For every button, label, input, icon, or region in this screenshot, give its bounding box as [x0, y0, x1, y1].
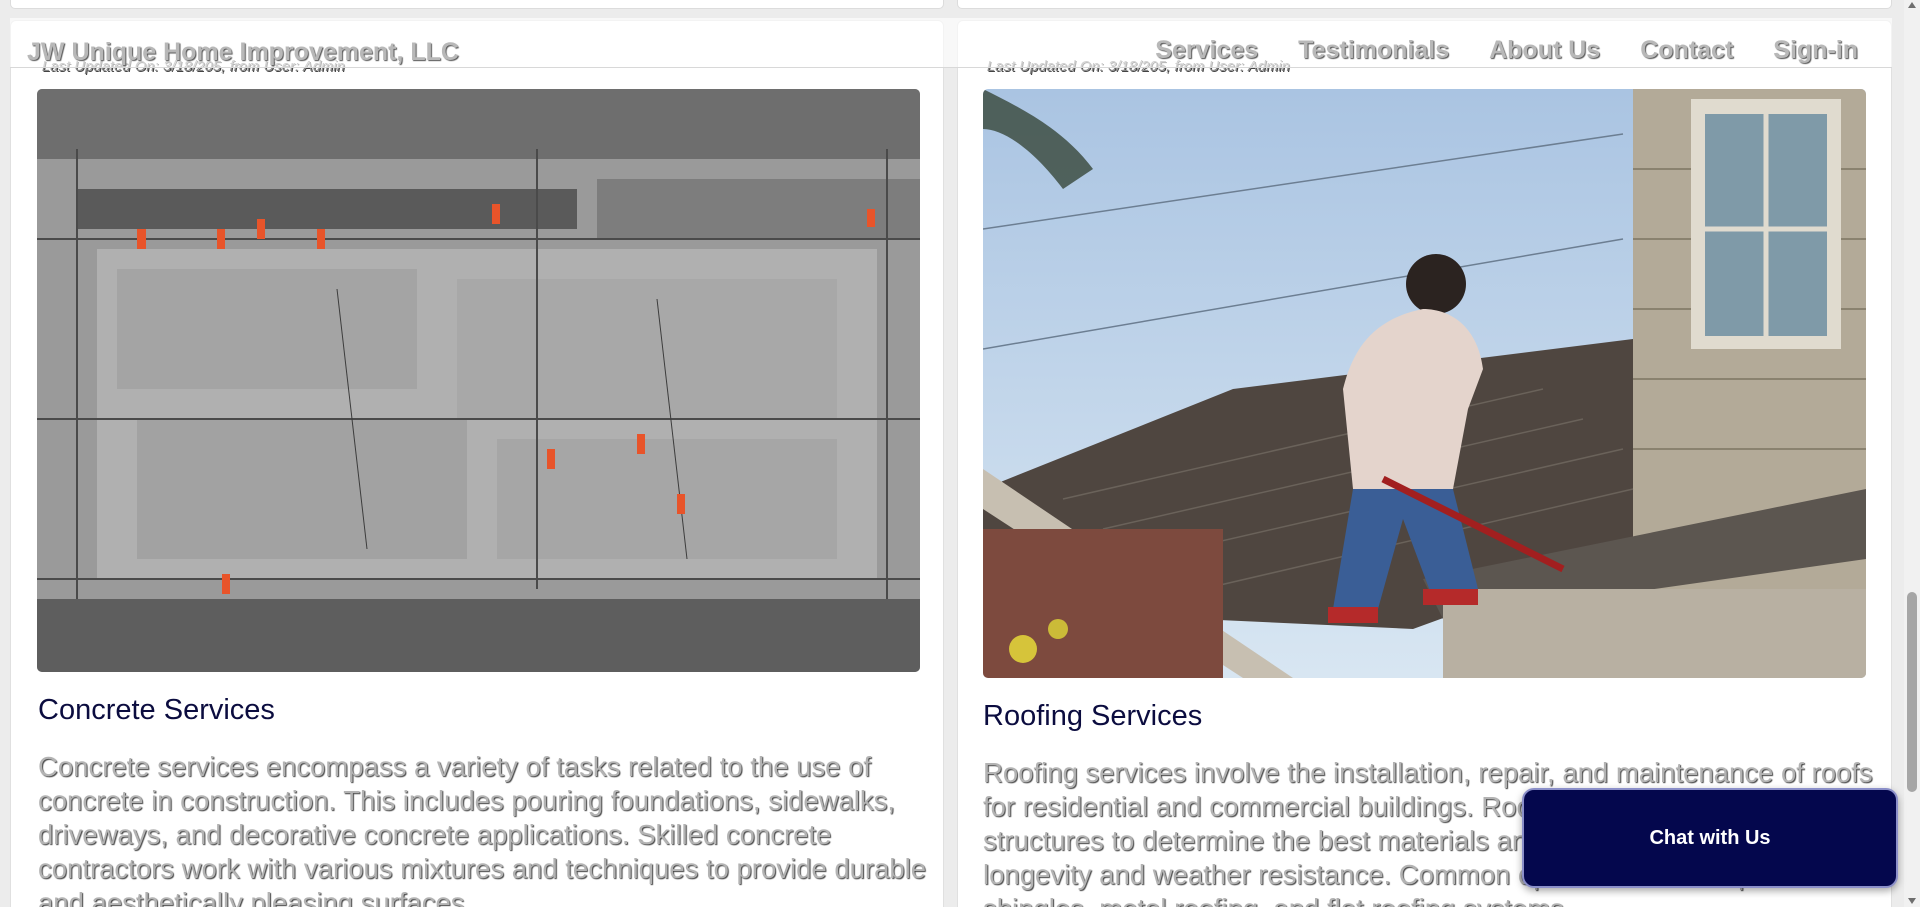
- roofing-service-card: Last Updated On: 3/18/205, from User: Ad…: [957, 20, 1892, 907]
- brand-name[interactable]: JW Unique Home Improvement, LLC: [27, 38, 459, 67]
- roofing-service-image: [983, 89, 1866, 678]
- nav-testimonials[interactable]: Testimonials: [1298, 36, 1449, 65]
- nav-contact[interactable]: Contact: [1640, 36, 1733, 65]
- nav-about-us[interactable]: About Us: [1489, 36, 1600, 65]
- nav-services[interactable]: Services: [1155, 36, 1258, 65]
- page-scrollbar[interactable]: [1904, 0, 1920, 907]
- concrete-service-image: [37, 89, 920, 672]
- concrete-services-description: Concrete services encompass a variety of…: [38, 751, 927, 907]
- concrete-service-card: Last Updated On: 3/18/205, from User: Ad…: [10, 20, 944, 907]
- roofing-services-title: Roofing Services: [983, 700, 1203, 732]
- scroll-up-arrow-icon[interactable]: [1908, 2, 1916, 8]
- nav-sign-in[interactable]: Sign-in: [1773, 36, 1858, 65]
- chat-with-us-button[interactable]: Chat with Us: [1522, 788, 1898, 888]
- concrete-services-title: Concrete Services: [38, 694, 275, 726]
- nav-links: Services Testimonials About Us Contact S…: [1115, 36, 1858, 65]
- top-navbar: JW Unique Home Improvement, LLC Services…: [10, 18, 1892, 68]
- previous-card-edge: [10, 0, 944, 9]
- previous-card-edge: [957, 0, 1892, 9]
- scroll-down-arrow-icon[interactable]: [1908, 898, 1916, 904]
- scrollbar-thumb[interactable]: [1907, 592, 1917, 792]
